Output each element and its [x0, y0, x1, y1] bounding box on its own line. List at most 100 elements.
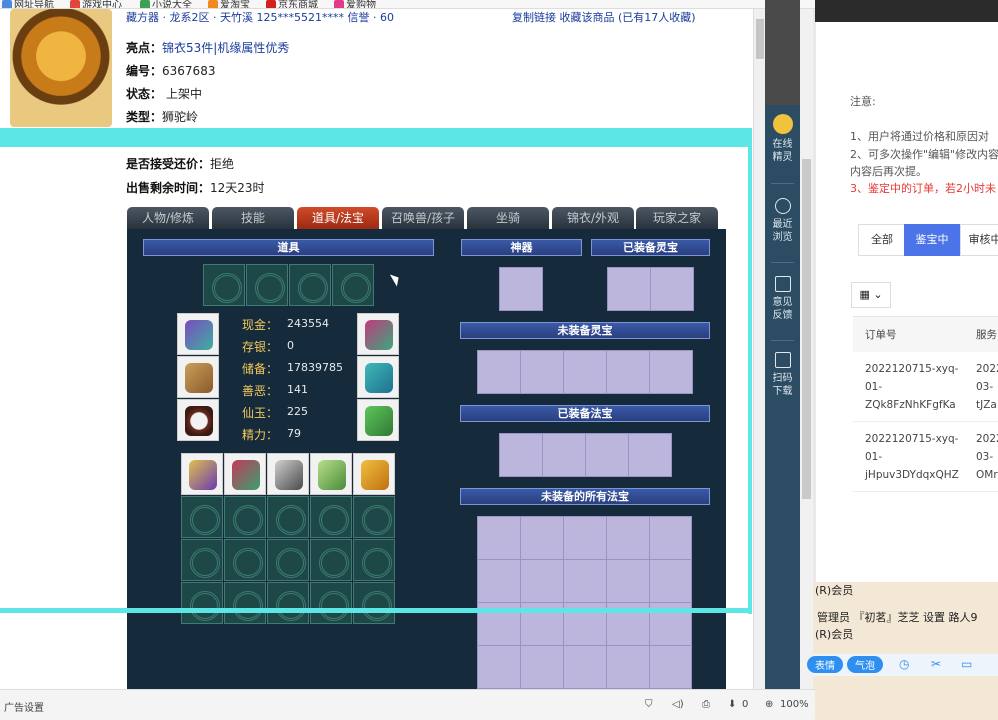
inventory-item[interactable] — [224, 453, 266, 495]
equip-weapon[interactable] — [177, 356, 219, 398]
table-row[interactable]: 2022120715-xyq- 01- jHpuv3DYdqxQHZ 2022 … — [853, 422, 998, 492]
scan-icon — [774, 352, 791, 368]
inventory-item[interactable] — [181, 453, 223, 495]
magic-grid[interactable] — [477, 516, 692, 689]
shield-icon[interactable]: ⛉ — [645, 699, 653, 710]
print-icon[interactable]: ⎙ — [702, 699, 710, 710]
order-table: 订单号 服务 2022120715-xyq- 01- ZQk8FzNhKFgfK… — [853, 316, 998, 492]
all-magic-header: 未装备的所有法宝 — [460, 488, 710, 505]
pet-slot[interactable] — [289, 264, 331, 306]
service-cell: 2022 — [976, 363, 998, 375]
zoom-icon[interactable]: ⊕ — [765, 699, 773, 710]
magic-slot[interactable] — [542, 433, 586, 477]
bookmark-nav[interactable]: 网址导航 — [2, 0, 54, 8]
inventory-slot[interactable] — [353, 496, 395, 538]
bookmark-shopping[interactable]: 爱购物 — [334, 0, 376, 8]
listing-actions[interactable]: 复制链接 收藏该商品 (已有17人收藏) — [512, 9, 696, 25]
filter-reviewing[interactable]: 审核中 — [960, 224, 998, 256]
highlight-link[interactable]: 锦衣53件|机缘属性优秀 — [162, 41, 289, 55]
inventory-slot[interactable] — [224, 539, 266, 581]
sidebar-online-helper[interactable]: 在线精灵 — [765, 114, 800, 164]
filter-all[interactable]: 全部 — [858, 224, 906, 256]
bookmark-jd[interactable]: 京东商城 — [266, 0, 318, 8]
equip-ring[interactable] — [177, 399, 219, 441]
inventory-slot[interactable] — [181, 496, 223, 538]
magic-slot[interactable] — [499, 433, 543, 477]
unequipped-spirit-slot[interactable] — [520, 350, 564, 394]
emoji-chip[interactable]: 表情 — [807, 656, 843, 673]
tab-pets[interactable]: 召唤兽/孩子 — [382, 207, 464, 229]
tab-outfits[interactable]: 锦衣/外观 — [552, 207, 634, 229]
tab-skills[interactable]: 技能 — [212, 207, 294, 229]
sidebar-qr[interactable]: 扫码下载 — [765, 352, 800, 398]
seller-info: 藏方器 · 龙系2区 · 天竹溪 125***5521**** 信誉 · 60 — [126, 11, 394, 24]
equip-boots[interactable] — [357, 399, 399, 441]
equip-necklace[interactable] — [357, 313, 399, 355]
inventory-slot[interactable] — [267, 582, 309, 624]
clock-icon[interactable]: ◷ — [899, 657, 909, 671]
column-toggle[interactable]: ▦ ⌄ — [851, 282, 891, 308]
download-icon[interactable]: ⬇ — [728, 699, 736, 710]
forum-panel: (R)会员 管理员 『初茗』芝芝 设置 路人9 (R)会员 表情 气泡 ◷ ✂ … — [807, 582, 998, 720]
tab-home[interactable]: 玩家之家 — [636, 207, 718, 229]
inventory-slot[interactable] — [267, 539, 309, 581]
tab-items[interactable]: 道具/法宝 — [297, 207, 379, 229]
window-scrollbar-thumb[interactable] — [802, 159, 811, 499]
order-id: 01- — [865, 381, 883, 393]
sidebar-recent[interactable]: 最近浏览 — [765, 198, 800, 244]
ad-settings-link[interactable]: 广告设置 — [4, 699, 44, 714]
magic-slot[interactable] — [628, 433, 672, 477]
image-icon[interactable]: ▭ — [961, 657, 972, 671]
scissors-icon[interactable]: ✂ — [931, 657, 941, 671]
filter-appraising[interactable]: 鉴宝中 — [904, 224, 960, 256]
bookmark-novels[interactable]: 小说大全 — [140, 0, 192, 8]
unequipped-spirit-slot[interactable] — [563, 350, 607, 394]
tab-character[interactable]: 人物/修炼 — [127, 207, 209, 229]
inventory-slot[interactable] — [310, 582, 352, 624]
highlight-field: 亮点：锦衣53件|机缘属性优秀 — [126, 41, 290, 55]
bookmark-nav-icon — [2, 0, 12, 8]
bubble-chip[interactable]: 气泡 — [847, 656, 883, 673]
unequipped-spirit-slot[interactable] — [649, 350, 693, 394]
inventory-slot[interactable] — [181, 539, 223, 581]
type-field: 类型：狮驼岭 — [126, 110, 199, 124]
pet-slot[interactable] — [246, 264, 288, 306]
magic-slot[interactable] — [585, 433, 629, 477]
window-scrollbar[interactable] — [800, 9, 813, 689]
table-row[interactable]: 2022120715-xyq- 01- ZQk8FzNhKFgfKa 2022 … — [853, 352, 998, 422]
col-service: 服务 — [976, 329, 997, 341]
inventory-slot[interactable] — [353, 582, 395, 624]
unequipped-spirit-slot[interactable] — [606, 350, 650, 394]
forum-member-line: (R)会员 — [815, 584, 854, 597]
spirit-slot[interactable] — [650, 267, 694, 311]
equip-armor[interactable] — [357, 356, 399, 398]
bookmark-taobao[interactable]: 爱淘宝 — [208, 0, 250, 8]
boots-icon — [365, 406, 393, 436]
tab-mounts[interactable]: 坐骑 — [467, 207, 549, 229]
equip-helmet[interactable] — [177, 313, 219, 355]
inventory-item[interactable] — [353, 453, 395, 495]
inventory-slot[interactable] — [310, 496, 352, 538]
speaker-icon[interactable]: ◁) — [672, 699, 684, 710]
bookmark-games[interactable]: 游戏中心 — [70, 0, 122, 8]
inventory-item[interactable] — [267, 453, 309, 495]
bookmark-games-icon — [70, 0, 80, 8]
zoom-level[interactable]: 100% — [780, 699, 809, 710]
page-scrollbar-thumb[interactable] — [756, 19, 764, 59]
inventory-slot[interactable] — [224, 496, 266, 538]
inventory-slot[interactable] — [267, 496, 309, 538]
inventory-slot[interactable] — [181, 582, 223, 624]
unequipped-spirit-slot[interactable] — [477, 350, 521, 394]
spirit-slot[interactable] — [607, 267, 651, 311]
inventory-slot[interactable] — [224, 582, 266, 624]
inventory-slot[interactable] — [353, 539, 395, 581]
inventory-slot[interactable] — [310, 539, 352, 581]
page-scrollbar[interactable] — [753, 9, 765, 689]
pet-slot[interactable] — [203, 264, 245, 306]
inventory-item[interactable] — [310, 453, 352, 495]
sidebar-feedback[interactable]: 意见反馈 — [765, 276, 800, 322]
pet-slot[interactable] — [332, 264, 374, 306]
equipped-magic-header: 已装备法宝 — [460, 405, 710, 422]
artifact-slot[interactable] — [499, 267, 543, 311]
stat-savings-value: 0 — [287, 339, 294, 352]
